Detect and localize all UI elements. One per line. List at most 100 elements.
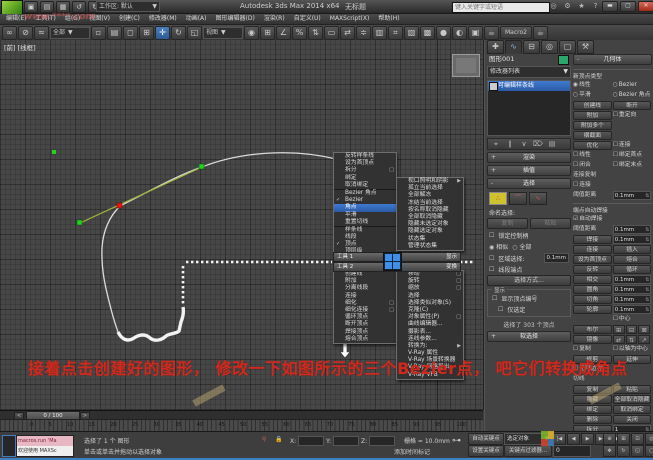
quad-menu-item[interactable]: ✓顶点 xyxy=(334,241,396,248)
quad-menu-item[interactable]: 按名称取消隐藏 xyxy=(397,207,463,214)
quad-menu-item[interactable]: 线段 xyxy=(334,234,396,241)
configure-modifier-sets-icon[interactable]: ▤ xyxy=(546,139,558,149)
alike-radio[interactable]: ◉ 相似 xyxy=(489,242,508,251)
macro2-button[interactable]: Macro2 xyxy=(500,26,532,39)
rendered-frame-window-icon[interactable]: ▣ xyxy=(468,26,483,40)
vertex-subobject-icon[interactable]: ∴ xyxy=(489,192,507,205)
menu-item[interactable]: 创建(C) xyxy=(119,14,140,24)
quad-menu-item[interactable]: Bezier 角点 xyxy=(334,189,396,197)
segment-subobject-icon[interactable]: ⌒ xyxy=(509,192,527,205)
isolate-pin-icon[interactable]: ⚲ xyxy=(262,436,266,443)
geometry-control[interactable] xyxy=(613,131,652,140)
orbit-icon[interactable]: ↻ xyxy=(617,445,630,457)
select-by-name-icon[interactable]: ▤ xyxy=(107,26,122,40)
render-production-icon[interactable]: ☕ xyxy=(484,26,499,40)
selection-filter-dropdown[interactable]: 全部▼ xyxy=(50,27,90,39)
current-frame-field[interactable]: 0 xyxy=(553,445,591,457)
angle-snap-toggle-icon[interactable]: ∠ xyxy=(276,26,291,40)
connect-copy-group[interactable]: 连接复制 xyxy=(573,171,652,180)
menu-item[interactable]: 渲染(R) xyxy=(264,14,285,24)
zoom-all-icon[interactable]: ⊞ xyxy=(617,433,630,445)
weld-button[interactable]: 焊接 xyxy=(573,235,612,244)
mirror-copy-checkbox[interactable]: ☐复制 xyxy=(573,345,612,354)
unlink-selection-icon[interactable]: ⊘ xyxy=(18,26,33,40)
quad-menu-item[interactable]: 平滑 xyxy=(334,212,396,219)
weld-threshold-spinner[interactable]: 0.1mm⇅ xyxy=(613,225,652,234)
select-object-icon[interactable]: ▫ xyxy=(91,26,106,40)
boolean-union-icon[interactable]: ⊞ xyxy=(613,325,625,334)
quad-menu-item[interactable]: 样条线 xyxy=(334,226,396,234)
radio-bezier-corner[interactable]: ○Bezier 角点 xyxy=(613,91,652,100)
outline-button[interactable]: 轮廓 xyxy=(573,305,612,314)
quad-menu-item[interactable]: 断开顶点 xyxy=(334,321,396,328)
closed-checkbox[interactable]: ☐闭合 xyxy=(573,161,612,170)
use-pivot-point-center-icon[interactable]: ◉ xyxy=(244,26,259,40)
modifier-list-dropdown[interactable]: 修改器列表 ▼ xyxy=(487,66,571,78)
quad-menu-item[interactable]: 转换为:▶ xyxy=(397,343,463,350)
center-checkbox[interactable]: ☐中心 xyxy=(613,315,652,324)
modify-tab-icon[interactable]: ∿ xyxy=(505,40,522,54)
quad-menu-item[interactable]: 摄影表... xyxy=(397,329,463,336)
menu-item[interactable]: 自定义(U) xyxy=(294,14,321,24)
chamfer-spinner[interactable]: 0.1mm⇅ xyxy=(613,295,652,304)
mirror-both-icon[interactable]: ↗ xyxy=(638,335,650,344)
boolean-button[interactable]: 布尔 xyxy=(573,325,612,334)
delete-button[interactable]: 删除 xyxy=(573,415,612,424)
cross-insert-button[interactable]: 相交 xyxy=(573,275,612,284)
bind-first-checkbox[interactable]: ☐绑定首点 xyxy=(613,151,652,160)
menu-item[interactable]: 修改器(M) xyxy=(149,14,177,24)
all-radio[interactable]: ○ 全部 xyxy=(512,242,531,251)
close-button[interactable]: 关闭 xyxy=(613,415,652,424)
menu-item[interactable]: 动画(A) xyxy=(186,14,207,24)
maximize-viewport-icon[interactable]: ▢ xyxy=(645,445,653,457)
help-icon[interactable]: ? xyxy=(590,1,601,11)
boolean-intersect-icon[interactable]: ⊠ xyxy=(638,325,650,334)
rollout-geometry[interactable]: -几何体 xyxy=(573,54,652,65)
unbind-button[interactable]: 取消绑定 xyxy=(613,405,652,414)
search-input[interactable]: 键入关键字或短语 xyxy=(452,2,550,13)
connect-copy-threshold-label[interactable]: 阈值距离 xyxy=(573,191,612,200)
refine-connect-checkbox[interactable]: ☐连接 xyxy=(613,141,652,150)
mirror-vertical-icon[interactable]: ⇅ xyxy=(626,335,638,344)
quad-menu-item[interactable]: 熔合顶点 xyxy=(334,336,396,343)
material-editor-icon[interactable]: ● xyxy=(436,26,451,40)
attach-multiple-button[interactable]: 附加多个 xyxy=(573,121,612,130)
quad-menu-item[interactable]: 设为首顶点 xyxy=(334,160,396,167)
communication-center-icon[interactable]: ⚙ xyxy=(562,1,573,11)
quad-menu-item[interactable]: 冻结当前选择 xyxy=(397,200,463,207)
linear-checkbox[interactable]: ☐线性 xyxy=(573,151,612,160)
pan-icon[interactable]: ✥ xyxy=(603,445,616,457)
mirror-icon[interactable]: ⇄ xyxy=(340,26,355,40)
refine-button[interactable]: 优化 xyxy=(573,141,612,150)
quad-menu-item[interactable]: 取消绑定 xyxy=(334,182,396,189)
motion-tab-icon[interactable]: ◎ xyxy=(541,40,558,54)
app-logo-icon[interactable] xyxy=(1,0,23,15)
utilities-tab-icon[interactable]: ⚒ xyxy=(577,40,594,54)
quad-menu-item[interactable]: 隐藏选定对象 xyxy=(397,228,463,235)
outline-spinner[interactable]: 0.1mm⇅ xyxy=(613,305,652,314)
quad-menu-item[interactable]: 创建线 xyxy=(334,271,396,278)
select-and-scale-icon[interactable]: ◱ xyxy=(187,26,202,40)
copy-selection-button[interactable]: 复制 xyxy=(487,218,528,229)
weld-spinner[interactable]: 0.1mm⇅ xyxy=(613,235,652,244)
quad-menu-item[interactable]: 管理状态集 xyxy=(397,243,463,250)
connect-copy-threshold-spinner[interactable]: 0.1mm⇅ xyxy=(613,191,652,200)
percent-snap-toggle-icon[interactable]: % xyxy=(292,26,307,40)
edit-named-selection-sets-icon[interactable]: ▭ xyxy=(324,26,339,40)
bind-to-space-warp-icon[interactable]: ≈ xyxy=(34,26,49,40)
mirror-button[interactable]: 镜像 xyxy=(573,335,612,344)
segment-end-checkbox[interactable]: ☐线段端点 xyxy=(487,265,571,274)
layer-manager-icon[interactable]: ▥ xyxy=(372,26,387,40)
insert-button[interactable]: 插入 xyxy=(613,245,652,254)
snaps-toggle-icon[interactable]: ⊞ xyxy=(260,26,275,40)
quad-menu-item[interactable]: 全部解冻 xyxy=(397,192,463,199)
weld-threshold-label[interactable]: 阈值距离 xyxy=(573,225,612,234)
quad-menu-item[interactable]: 选择类似对象(S) xyxy=(397,300,463,307)
favorites-icon[interactable]: ★ xyxy=(576,1,587,11)
object-color-swatch[interactable] xyxy=(558,55,569,65)
go-to-start-button[interactable]: |◀ xyxy=(553,433,566,445)
area-selection-spinner[interactable]: 0.1mm xyxy=(544,253,569,263)
radio-smooth[interactable]: ○平滑 xyxy=(573,91,612,100)
end-point-auto-weld-group[interactable]: 端点自动焊接 xyxy=(573,203,652,214)
quad-menu-item[interactable]: 重置切线 xyxy=(334,219,396,226)
